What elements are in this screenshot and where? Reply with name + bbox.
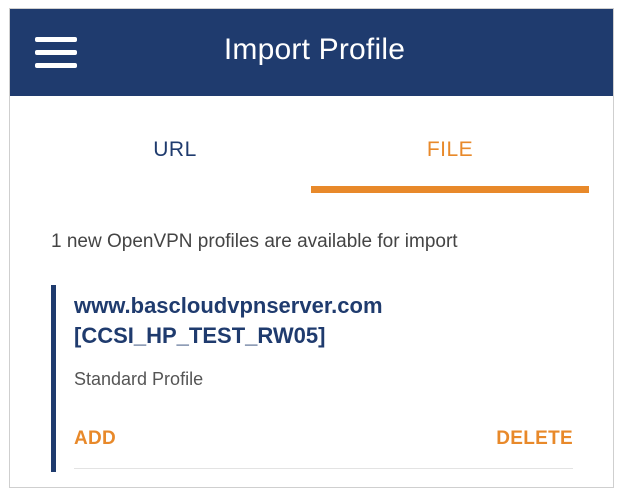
tab-bar: URL FILE bbox=[10, 96, 613, 196]
delete-button[interactable]: DELETE bbox=[496, 428, 573, 450]
app-screen: Import Profile URL FILE 1 new OpenVPN pr… bbox=[9, 8, 614, 488]
profile-server-name: www.bascloudvpnserver.com bbox=[74, 293, 383, 318]
page-title: Import Profile bbox=[223, 33, 406, 66]
app-bar: Import Profile bbox=[10, 9, 613, 96]
selected-tab-indicator bbox=[311, 186, 589, 193]
profile-card: www.bascloudvpnserver.com [CCSI_HP_TEST_… bbox=[51, 285, 573, 472]
tab-url[interactable]: URL bbox=[40, 96, 310, 196]
profile-tag: [CCSI_HP_TEST_RW05] bbox=[74, 323, 326, 348]
add-button[interactable]: ADD bbox=[74, 428, 116, 450]
import-info-text: 1 new OpenVPN profiles are available for… bbox=[51, 231, 458, 252]
tab-url-label: URL bbox=[153, 138, 197, 161]
card-divider bbox=[74, 468, 573, 469]
profile-type: Standard Profile bbox=[74, 369, 204, 389]
tab-file[interactable]: FILE bbox=[311, 96, 589, 196]
card-accent-bar bbox=[51, 285, 56, 472]
tab-file-label: FILE bbox=[426, 138, 474, 161]
